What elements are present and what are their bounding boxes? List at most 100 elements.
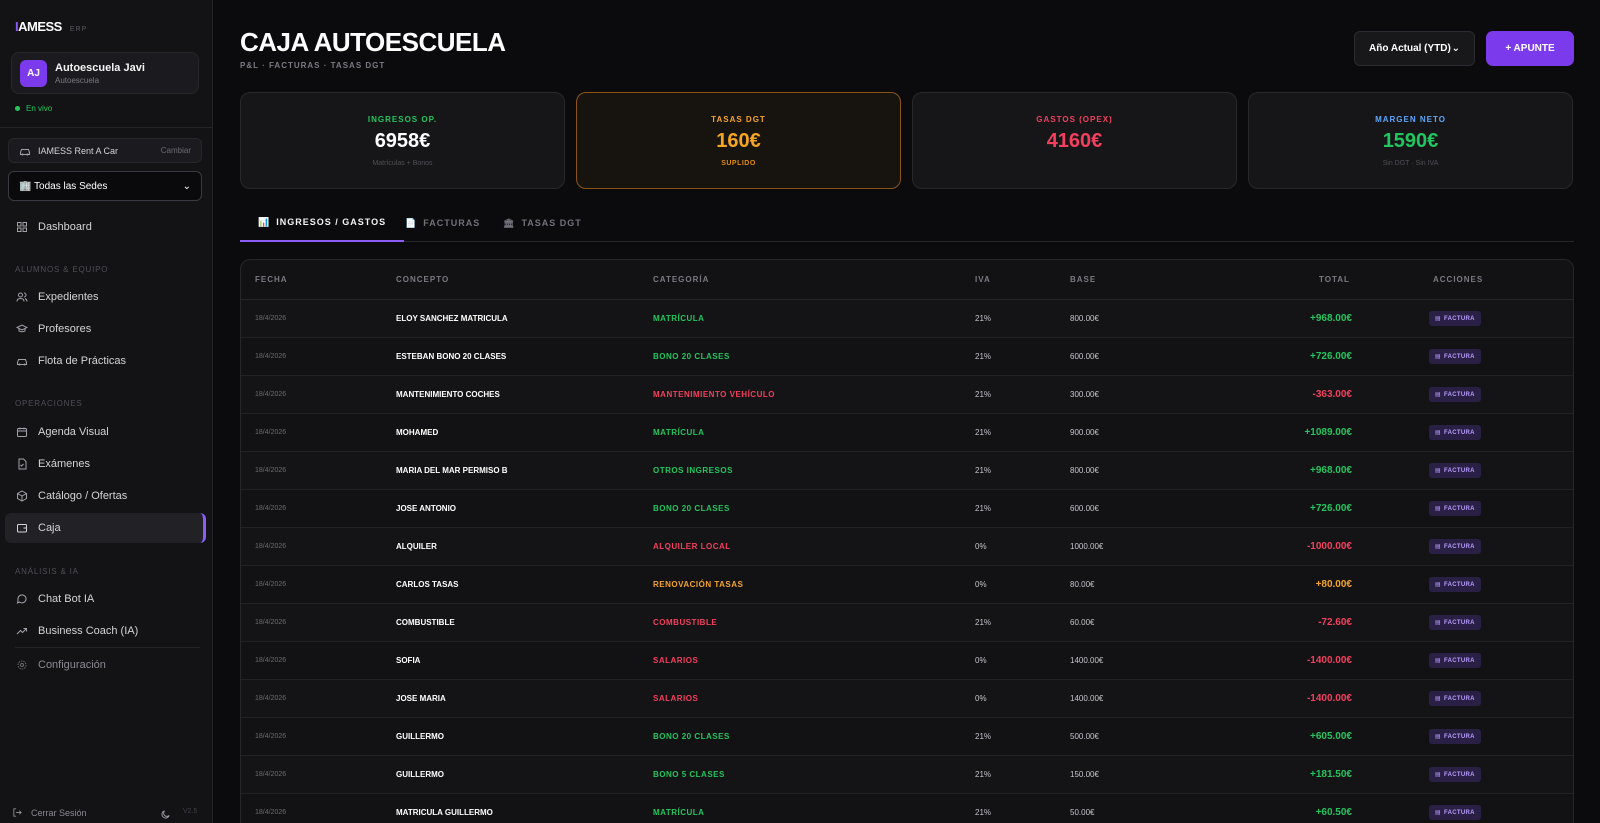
table-row[interactable]: 18/4/2026 JOSE MARIA SALARIOS 0% 1400.00€ -14… — [241, 680, 1573, 718]
cell-concepto: COMBUSTIBLE — [396, 618, 455, 627]
org-card[interactable]: AJ Autoescuela Javi Autoescuela — [11, 52, 199, 94]
invoice-button[interactable]: ▤ FACTURA — [1429, 577, 1481, 592]
invoice-button[interactable]: ▤ FACTURA — [1429, 729, 1481, 744]
nav-label: Dashboard — [38, 221, 92, 233]
invoice-button[interactable]: ▤ FACTURA — [1429, 501, 1481, 516]
nav-coach[interactable]: Business Coach (IA) — [5, 616, 206, 646]
car-icon — [20, 148, 30, 155]
change-company-link[interactable]: Cambiar — [161, 146, 191, 155]
nav-label: Profesores — [38, 323, 92, 335]
transactions-table: FECHA CONCEPTO CATEGORÍA IVA BASE TOTAL … — [240, 259, 1574, 823]
cell-total: +726.00€ — [1310, 503, 1352, 514]
nav-profesores[interactable]: Profesores — [5, 314, 206, 344]
th-iva[interactable]: IVA — [975, 275, 991, 284]
cell-concepto: JOSE MARIA — [396, 694, 446, 703]
invoice-button[interactable]: ▤ FACTURA — [1429, 653, 1481, 668]
cell-categoria: BONO 20 CLASES — [653, 352, 730, 361]
cell-iva: 0% — [975, 656, 987, 665]
invoice-button[interactable]: ▤ FACTURA — [1429, 463, 1481, 478]
cell-fecha: 18/4/2026 — [255, 315, 287, 322]
table-row[interactable]: 18/4/2026 ELOY SANCHEZ MATRICULA MATRÍCULA… — [241, 300, 1573, 338]
invoice-button[interactable]: ▤ FACTURA — [1429, 349, 1481, 364]
cell-categoria: OTROS INGRESOS — [653, 466, 733, 475]
cell-iva: 21% — [975, 390, 992, 399]
invoice-button[interactable]: ▤ FACTURA — [1429, 691, 1481, 706]
th-concepto[interactable]: CONCEPTO — [396, 275, 449, 284]
nav-config[interactable]: Configuración — [5, 650, 206, 680]
nav-dashboard[interactable]: Dashboard — [5, 212, 206, 242]
invoice-button-label: FACTURA — [1443, 543, 1475, 550]
table-row[interactable]: 18/4/2026 GUILLERMO BONO 20 CLASES 21% 500.0… — [241, 718, 1573, 756]
table-row[interactable]: 18/4/2026 COMBUSTIBLE COMBUSTIBLE 21% 60.00€… — [241, 604, 1573, 642]
th-total[interactable]: TOTAL — [1319, 275, 1350, 284]
invoice-button[interactable]: ▤ FACTURA — [1429, 539, 1481, 554]
add-entry-button[interactable]: + APUNTE — [1486, 31, 1574, 66]
nav-label: Caja — [38, 522, 61, 534]
cell-base: 1400.00€ — [1070, 656, 1104, 665]
brand-logo[interactable]: IAMESS ERP — [15, 19, 87, 34]
document-icon: ▤ — [1435, 468, 1441, 474]
theme-toggle[interactable] — [160, 807, 171, 823]
nav-section-ai: Análisis & IA — [15, 567, 79, 576]
live-dot-icon — [15, 106, 20, 111]
th-acciones: ACCIONES — [1433, 275, 1484, 284]
table-row[interactable]: 18/4/2026 JOSE ANTONIO BONO 20 CLASES 21% 60… — [241, 490, 1573, 528]
table-row[interactable]: 18/4/2026 ALQUILER ALQUILER LOCAL 0% 1000.00… — [241, 528, 1573, 566]
tab-facturas[interactable]: 📄 FACTURAS — [387, 204, 498, 242]
live-label: En vivo — [26, 104, 53, 113]
tab-ingresos-gastos[interactable]: 📊 INGRESOS / GASTOS — [240, 204, 405, 242]
cell-fecha: 18/4/2026 — [255, 733, 287, 740]
table-row[interactable]: 18/4/2026 SOFIA SALARIOS 0% 1400.00€ -1400.00… — [241, 642, 1573, 680]
table-row[interactable]: 18/4/2026 GUILLERMO BONO 5 CLASES 21% 150.00… — [241, 756, 1573, 794]
sede-select[interactable]: 🏢 Todas las Sedes ⌄ — [8, 171, 202, 201]
cell-iva: 21% — [975, 770, 992, 779]
table-row[interactable]: 18/4/2026 MANTENIMIENTO COCHES MANTENIMIEN… — [241, 376, 1573, 414]
invoice-button[interactable]: ▤ FACTURA — [1429, 615, 1481, 630]
table-row[interactable]: 18/4/2026 ESTEBAN BONO 20 CLASES BONO 20 C… — [241, 338, 1573, 376]
nav-expedientes[interactable]: Expedientes — [5, 282, 206, 312]
nav-chatbot[interactable]: Chat Bot IA — [5, 584, 206, 614]
invoice-button[interactable]: ▤ FACTURA — [1429, 387, 1481, 402]
chevron-down-icon: ⌄ — [1451, 43, 1460, 54]
wallet-icon — [17, 524, 27, 533]
th-categoria[interactable]: CATEGORÍA — [653, 275, 709, 284]
kpi-label: MARGEN NETO — [1375, 115, 1446, 124]
logout-icon — [13, 808, 22, 817]
table-row[interactable]: 18/4/2026 MARIA DEL MAR PERMISO B OTROS IN… — [241, 452, 1573, 490]
nav-caja[interactable]: Caja — [5, 513, 206, 543]
period-select[interactable]: Año Actual (YTD) ⌄ — [1354, 31, 1475, 66]
moon-icon — [161, 810, 170, 819]
nav-flota[interactable]: Flota de Prácticas — [5, 346, 206, 376]
table-row[interactable]: 18/4/2026 MATRICULA GUILLERMO MATRÍCULA 21%… — [241, 794, 1573, 823]
kpi-label: GASTOS (OPEX) — [1036, 115, 1113, 124]
th-fecha[interactable]: FECHA — [255, 275, 288, 284]
cell-fecha: 18/4/2026 — [255, 619, 287, 626]
table-row[interactable]: 18/4/2026 CARLOS TASAS RENOVACIÓN TASAS 0% 8… — [241, 566, 1573, 604]
divider — [15, 647, 200, 648]
invoice-button[interactable]: ▤ FACTURA — [1429, 425, 1481, 440]
invoice-button[interactable]: ▤ FACTURA — [1429, 767, 1481, 782]
nav-catalogo[interactable]: Catálogo / Ofertas — [5, 481, 206, 511]
file-check-icon — [18, 458, 27, 470]
nav-label: Configuración — [38, 659, 106, 671]
invoice-button[interactable]: ▤ FACTURA — [1429, 311, 1481, 326]
cell-total: +1089.00€ — [1304, 427, 1352, 438]
nav-label: Agenda Visual — [38, 426, 109, 438]
th-base[interactable]: BASE — [1070, 275, 1096, 284]
table-body: 18/4/2026 ELOY SANCHEZ MATRICULA MATRÍCULA… — [241, 300, 1573, 823]
cell-base: 300.00€ — [1070, 390, 1099, 399]
cell-fecha: 18/4/2026 — [255, 809, 287, 816]
chart-icon: 📊 — [258, 216, 271, 227]
company-switcher[interactable]: IAMESS Rent A Car Cambiar — [8, 138, 202, 163]
cell-categoria: COMBUSTIBLE — [653, 618, 718, 627]
nav-examenes[interactable]: Exámenes — [5, 449, 206, 479]
logout-button[interactable]: Cerrar Sesión — [12, 807, 87, 818]
kpi-note: Sin DGT · Sin IVA — [1382, 160, 1439, 167]
nav-agenda[interactable]: Agenda Visual — [5, 417, 206, 447]
invoice-button[interactable]: ▤ FACTURA — [1429, 805, 1481, 820]
tab-tasas-dgt[interactable]: 🏛 TASAS DGT — [485, 204, 600, 242]
cell-iva: 21% — [975, 808, 992, 817]
table-row[interactable]: 18/4/2026 MOHAMED MATRÍCULA 21% 900.00€ +1089… — [241, 414, 1573, 452]
chat-bubble-icon — [16, 594, 27, 604]
cell-concepto: ELOY SANCHEZ MATRICULA — [396, 314, 508, 323]
